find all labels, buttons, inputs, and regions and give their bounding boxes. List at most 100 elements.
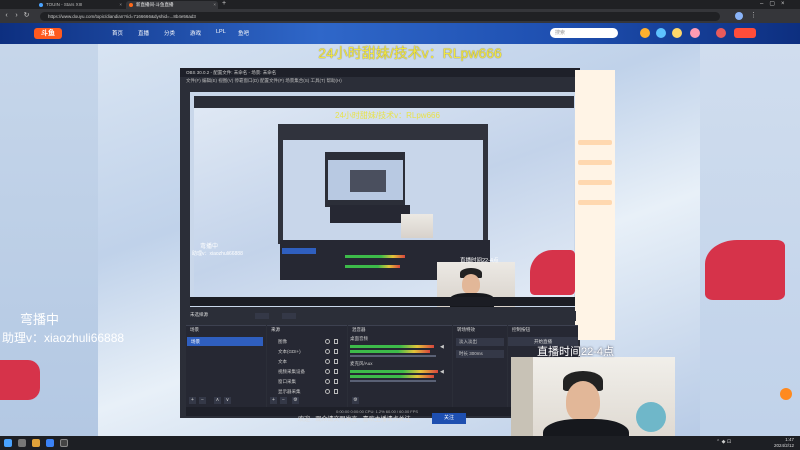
reload-icon[interactable]: ↻ bbox=[22, 11, 31, 21]
tab-favicon-icon bbox=[129, 3, 133, 7]
gift-icon[interactable] bbox=[780, 388, 792, 400]
obs-icon[interactable] bbox=[60, 439, 68, 447]
search-icon[interactable] bbox=[18, 439, 26, 447]
visibility-icon[interactable] bbox=[325, 369, 330, 374]
source-row[interactable]: 视频采集设备 bbox=[268, 367, 344, 376]
source-settings-icon[interactable]: ⚙ bbox=[292, 397, 299, 404]
obs-title-bar: OBS 30.0.2 - 配置文件: 未命名 - 场景: 未命名 bbox=[180, 68, 580, 77]
inner-overlay-schedule: 直播时间22-4点 bbox=[460, 258, 499, 264]
mixer-settings-icon[interactable]: ⚙ bbox=[352, 397, 359, 404]
obs-menu-bar[interactable]: 文件(F) 编辑(E) 视图(V) 停靠窗口(D) 配置文件(P) 场景集合(S… bbox=[180, 77, 580, 85]
visibility-icon[interactable] bbox=[325, 359, 330, 364]
side-tag bbox=[578, 160, 612, 165]
audio-meter bbox=[350, 370, 438, 373]
download-icon[interactable] bbox=[672, 28, 682, 38]
scene-item[interactable]: 场景 bbox=[187, 337, 263, 346]
inner-overlay-status: 弯播中 bbox=[200, 244, 219, 250]
add-icon[interactable]: + bbox=[189, 397, 196, 404]
start-icon[interactable] bbox=[4, 439, 12, 447]
visibility-icon[interactable] bbox=[325, 349, 330, 354]
inner-browser-chrome bbox=[194, 96, 574, 108]
remove-icon[interactable]: − bbox=[199, 397, 206, 404]
source-row[interactable]: 图像 bbox=[268, 337, 344, 346]
follow-button[interactable]: 关注 bbox=[432, 413, 466, 424]
nav-item[interactable]: 直播 bbox=[138, 29, 149, 37]
menu-icon[interactable]: ⋮ bbox=[750, 11, 757, 19]
visibility-icon[interactable] bbox=[325, 379, 330, 384]
obs-source-bar: 未选择源 bbox=[186, 311, 576, 321]
lock-icon[interactable] bbox=[334, 349, 338, 354]
source-row[interactable]: 文本(GDI+) bbox=[268, 347, 344, 356]
nav-item[interactable]: LPL bbox=[216, 29, 226, 35]
nav-item[interactable]: 游戏 bbox=[190, 29, 201, 37]
inner-obs-docks-deep bbox=[330, 205, 410, 223]
window-controls[interactable]: –▢× bbox=[760, 0, 791, 7]
room-caption: 欢迎 · 观众请文明发言 · 喜欢主播请点关注 bbox=[298, 417, 411, 423]
transition-duration[interactable]: 时长 300ms bbox=[456, 350, 504, 358]
decorative-shape bbox=[530, 250, 575, 295]
url-input[interactable]: https://www.douyu.com/topic/diandian?rid… bbox=[40, 12, 720, 21]
browser-tab[interactable]: TOUIN - Stars XIII × bbox=[36, 1, 124, 9]
inner-audio-meter bbox=[345, 265, 400, 268]
new-tab-icon[interactable]: + bbox=[222, 0, 226, 7]
follow-list-icon[interactable] bbox=[656, 28, 666, 38]
lock-icon[interactable] bbox=[334, 389, 338, 394]
inner-webcam-face bbox=[462, 274, 480, 294]
overlay-status-text: 弯播中 bbox=[20, 312, 60, 327]
inner-side-panel bbox=[575, 70, 615, 340]
browser-tab-active[interactable]: 新直播间-斗鱼直播 × bbox=[126, 1, 218, 9]
lock-icon[interactable] bbox=[334, 339, 338, 344]
message-icon[interactable] bbox=[690, 28, 700, 38]
nav-item[interactable]: 分类 bbox=[164, 29, 175, 37]
visibility-icon[interactable] bbox=[325, 389, 330, 394]
transition-select[interactable]: 淡入淡出 bbox=[456, 338, 504, 346]
site-search-input[interactable]: 搜索 bbox=[550, 28, 618, 38]
close-tab-icon[interactable]: × bbox=[119, 1, 122, 9]
visibility-icon[interactable] bbox=[325, 339, 330, 344]
remove-source-icon[interactable]: − bbox=[280, 397, 287, 404]
inner-taskbar bbox=[190, 297, 575, 306]
profile-icon[interactable] bbox=[735, 12, 743, 20]
overlay-title-text: 24小时甜妹/技术v：RLpw666 bbox=[318, 45, 502, 61]
system-tray-icons[interactable]: ⌃ ◆ ⊡ bbox=[716, 439, 731, 445]
source-row[interactable]: 窗口采集 bbox=[268, 377, 344, 386]
back-icon[interactable]: ‹ bbox=[2, 11, 11, 21]
scenes-dock-title: 场景 bbox=[190, 327, 199, 332]
sources-dock-title: 来源 bbox=[271, 327, 280, 332]
source-row[interactable]: 文本 bbox=[268, 357, 344, 366]
add-source-icon[interactable]: + bbox=[270, 397, 277, 404]
source-row[interactable]: 显示器采集 bbox=[268, 387, 344, 396]
mixer-track-label: 麦克风/Aux bbox=[350, 361, 373, 366]
webcam-face bbox=[566, 381, 600, 421]
browser-icon[interactable] bbox=[46, 439, 54, 447]
lock-icon[interactable] bbox=[334, 359, 338, 364]
speaker-icon[interactable]: ◀ bbox=[440, 344, 445, 350]
speaker-icon[interactable]: ◀ bbox=[440, 369, 445, 375]
volume-slider[interactable] bbox=[350, 380, 436, 382]
audio-meter bbox=[350, 375, 434, 378]
nav-item[interactable]: 首页 bbox=[112, 29, 123, 37]
move-down-icon[interactable]: ∨ bbox=[224, 397, 231, 404]
decorative-shape bbox=[705, 240, 785, 300]
source-filters-button[interactable] bbox=[282, 313, 296, 319]
lock-icon[interactable] bbox=[334, 369, 338, 374]
lock-icon[interactable] bbox=[334, 379, 338, 384]
tab-favicon-icon bbox=[39, 3, 43, 7]
side-tag bbox=[578, 200, 612, 205]
source-properties-button[interactable] bbox=[255, 313, 269, 319]
taskbar-clock: 1:47 2024/2/12 bbox=[773, 437, 794, 448]
history-icon[interactable] bbox=[640, 28, 650, 38]
audio-meter bbox=[350, 345, 434, 348]
nav-item[interactable]: 鱼吧 bbox=[238, 29, 249, 37]
open-stream-button[interactable] bbox=[734, 28, 756, 38]
site-logo[interactable]: 斗鱼 bbox=[34, 28, 62, 39]
mixer-track-label: 桌面音频 bbox=[350, 336, 368, 341]
file-explorer-icon[interactable] bbox=[32, 439, 40, 447]
forward-icon[interactable]: › bbox=[12, 11, 21, 21]
move-up-icon[interactable]: ∧ bbox=[214, 397, 221, 404]
overlay-schedule-text: 直播时间22-4点 bbox=[537, 346, 615, 358]
user-avatar[interactable] bbox=[716, 28, 726, 38]
volume-slider[interactable] bbox=[350, 355, 436, 357]
inner-overlay-title: 24小时甜妹/技术v：RLpw666 bbox=[335, 111, 440, 120]
close-tab-icon[interactable]: × bbox=[213, 1, 216, 9]
